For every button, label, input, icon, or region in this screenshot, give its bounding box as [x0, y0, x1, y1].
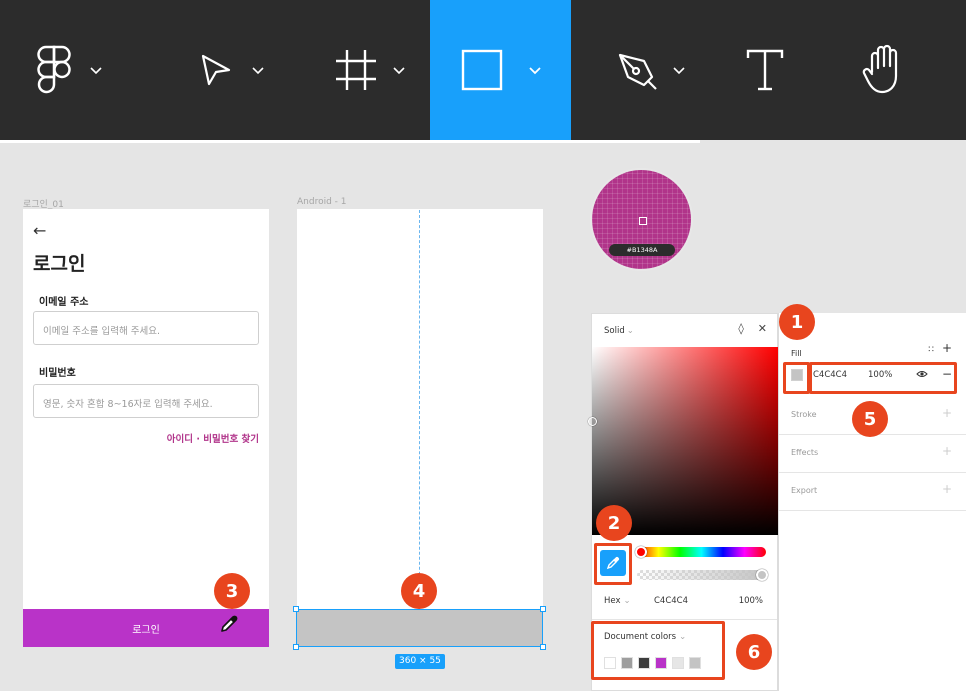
close-icon[interactable]: ✕ [758, 322, 767, 335]
opacity-slider-knob[interactable] [756, 569, 768, 581]
password-label: 비밀번호 [39, 368, 76, 379]
frame-tool-button[interactable] [320, 0, 420, 140]
resize-handle[interactable] [293, 644, 299, 650]
chevron-down-icon [252, 67, 264, 75]
frame-hash-icon [336, 50, 376, 90]
main-menu-button[interactable] [20, 0, 120, 140]
loupe-center-pixel [639, 217, 647, 225]
step-badge-1: 1 [779, 304, 815, 340]
move-arrow-icon [201, 54, 231, 86]
hex-input[interactable]: C4C4C4 [654, 596, 688, 606]
resize-handle[interactable] [540, 606, 546, 612]
move-tool-button[interactable] [180, 0, 280, 140]
effects-title: Effects [791, 448, 819, 457]
fill-title: Fill [791, 349, 802, 358]
add-export-icon[interactable]: + [942, 482, 952, 496]
step-badge-4: 4 [401, 573, 437, 609]
blend-drop-icon[interactable]: ◊ [738, 322, 743, 335]
find-id-password-link[interactable]: 아이디 · 비밀번호 찾기 [167, 431, 259, 445]
chevron-down-icon [90, 67, 102, 75]
color-picker-header: Solid ⌄ ◊ ✕ [592, 314, 777, 346]
color-handle[interactable] [588, 417, 597, 426]
figma-logo-icon [37, 45, 71, 94]
text-t-icon [746, 49, 784, 91]
hand-icon [862, 44, 898, 94]
step-badge-2: 2 [596, 505, 632, 541]
step-badge-5: 5 [852, 401, 888, 437]
step-badge-6: 6 [736, 634, 772, 670]
chevron-down-icon: ⌄ [623, 596, 631, 606]
opacity-gradient [637, 570, 766, 580]
password-field[interactable]: 영문, 숫자 혼합 8~16자로 입력해 주세요. [33, 384, 259, 418]
opacity-input[interactable]: 100% [739, 596, 763, 606]
size-badge: 360 × 55 [395, 654, 445, 669]
opacity-slider[interactable] [637, 569, 768, 581]
resize-handle[interactable] [293, 606, 299, 612]
login-title: 로그인 [33, 253, 86, 275]
rectangle-tool-button[interactable] [430, 0, 571, 140]
paint-type-label: Solid [604, 326, 625, 336]
resize-handle[interactable] [540, 644, 546, 650]
back-arrow-icon[interactable]: ← [33, 221, 46, 240]
highlight-fill-swatch [783, 362, 810, 394]
export-section: Export + [779, 473, 966, 511]
export-title: Export [791, 486, 818, 495]
color-format-label: Hex [604, 596, 621, 606]
pen-tool-button[interactable] [600, 0, 700, 140]
divider [592, 619, 777, 620]
stroke-title: Stroke [791, 410, 817, 419]
frame-label-android[interactable]: Android - 1 [297, 197, 347, 207]
chevron-down-icon: ⌄ [626, 326, 634, 336]
chevron-down-icon [528, 67, 541, 75]
text-tool-button[interactable] [730, 0, 800, 140]
highlight-eyedropper [594, 543, 632, 585]
step-badge-3: 3 [214, 573, 250, 609]
hand-tool-button[interactable] [850, 0, 920, 140]
email-label: 이메일 주소 [39, 297, 89, 308]
chevron-down-icon [673, 67, 685, 75]
add-effect-icon[interactable]: + [942, 444, 952, 458]
selected-rectangle[interactable] [296, 609, 543, 647]
center-guide-line [419, 210, 420, 610]
paint-type-dropdown[interactable]: Solid ⌄ [604, 326, 634, 336]
add-stroke-icon[interactable]: + [942, 406, 952, 420]
email-field[interactable]: 이메일 주소를 입력해 주세요. [33, 311, 259, 345]
toolbar-divider [0, 140, 700, 143]
loupe-hex-label: #B1348A [609, 244, 675, 256]
highlight-document-colors [591, 621, 725, 680]
hue-slider[interactable] [635, 546, 766, 558]
color-loupe: #B1348A [590, 168, 693, 271]
toolbar [0, 0, 966, 140]
rectangle-icon [461, 49, 502, 91]
chevron-down-icon [393, 67, 405, 75]
effects-section: Effects + [779, 435, 966, 473]
hue-slider-knob[interactable] [635, 546, 647, 558]
highlight-fill-row [809, 362, 957, 394]
pen-nib-icon [618, 53, 657, 90]
login-button-label: 로그인 [132, 624, 160, 636]
styles-grid-icon[interactable]: ∷ [928, 345, 934, 355]
color-value-row: Hex ⌄ C4C4C4 100% [592, 593, 777, 611]
color-format-dropdown[interactable]: Hex ⌄ [604, 596, 631, 606]
add-fill-icon[interactable]: + [942, 341, 952, 355]
eyedropper-cursor-icon [221, 615, 238, 632]
